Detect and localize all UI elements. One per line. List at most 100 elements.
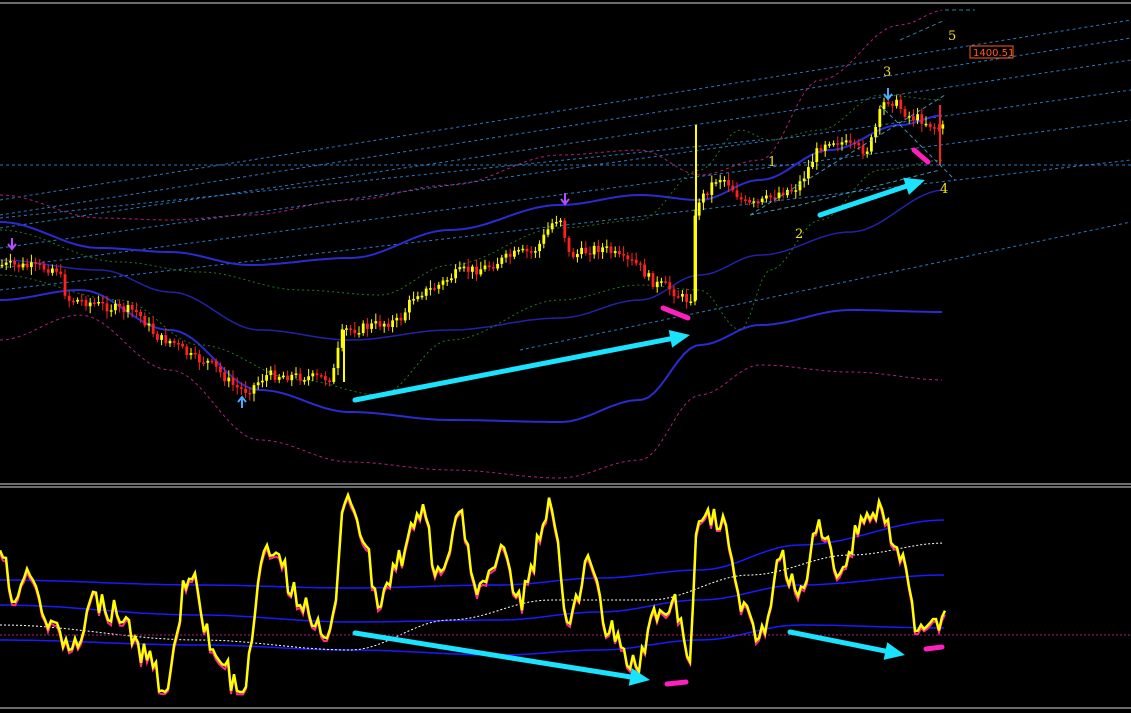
candle-body [395, 317, 399, 321]
candle-body [4, 262, 8, 265]
candle-body [941, 124, 945, 129]
candle-body [840, 142, 844, 145]
candle-body [508, 253, 512, 257]
candle-body [38, 263, 42, 265]
candle-body [626, 255, 630, 260]
candle-body [370, 323, 373, 329]
candle-body [30, 262, 33, 267]
candle-body [433, 288, 436, 290]
candle-body [214, 360, 218, 367]
candle-body [101, 302, 105, 304]
candle-body [420, 295, 424, 298]
candle-body [538, 243, 541, 252]
candle-body [72, 300, 75, 303]
candle-body [311, 373, 315, 377]
candle-body [185, 346, 189, 355]
candle-body [441, 280, 445, 285]
candle-body [319, 375, 323, 377]
candle-body [42, 264, 46, 270]
candle-body [559, 220, 562, 223]
oscillator-panel [0, 491, 1131, 696]
candle-body [51, 268, 54, 273]
candle-body [727, 180, 730, 186]
candle-body [21, 263, 25, 268]
candle-body [739, 197, 743, 200]
candle-body [143, 316, 147, 326]
candle-body [223, 372, 226, 382]
divergence-marker [660, 305, 691, 321]
candle-body [798, 181, 802, 191]
candle-body [886, 102, 890, 104]
candle-body [546, 229, 550, 235]
candle-body [555, 222, 558, 224]
candle-body [25, 263, 29, 268]
candle-body [760, 198, 764, 202]
candle-body [328, 380, 331, 382]
candle-body [109, 310, 113, 312]
candle-body [294, 373, 298, 375]
candle-body [744, 199, 747, 201]
candle-body [882, 102, 886, 110]
candle-body [790, 190, 793, 192]
candle-body [231, 377, 235, 385]
candle-body [731, 185, 735, 191]
candle-body [752, 201, 756, 203]
candle-body [664, 281, 667, 283]
trend-arrow-shaft [817, 183, 909, 218]
candle-body [458, 267, 462, 270]
candle-body [924, 123, 928, 126]
candle-body [605, 246, 609, 248]
candle-body [382, 323, 386, 327]
candle-body [151, 323, 155, 334]
candle-body [248, 392, 252, 395]
candle-body [88, 302, 92, 307]
candle-body [408, 299, 411, 313]
candle-body [765, 195, 768, 199]
candle-body [282, 375, 285, 378]
candle-body [424, 288, 428, 296]
candle-body [521, 248, 525, 251]
candle-body [189, 353, 193, 355]
candle-body [639, 263, 642, 265]
candle-body [324, 376, 327, 381]
candle-body [240, 387, 243, 389]
candle-body [114, 303, 117, 311]
candle-body [429, 288, 432, 290]
candle-body [135, 309, 138, 312]
candle-body [193, 353, 197, 355]
candle-body [811, 162, 814, 168]
candle-body [168, 340, 172, 344]
trend-arrow-head [668, 330, 690, 348]
candle-body [903, 109, 907, 117]
candle-body [412, 299, 415, 301]
candle-body [63, 274, 67, 296]
candle-body [895, 99, 898, 106]
candle-body [181, 343, 184, 347]
candle-body [513, 250, 516, 257]
candle-body [303, 380, 306, 382]
trend-line [0, 19, 1131, 201]
candle-body [399, 317, 403, 321]
candle-body [93, 302, 96, 304]
candle-body [844, 140, 848, 143]
wave-label-1: 1 [768, 155, 776, 170]
candle-body [244, 388, 247, 393]
band-lower-outer [0, 314, 943, 479]
candle-body [156, 333, 159, 340]
candle-body [928, 123, 932, 128]
candle-body [874, 127, 877, 138]
candle-body [634, 259, 638, 264]
candle-body [177, 343, 180, 345]
candle-body [466, 266, 470, 272]
candle-body [878, 109, 882, 127]
candle-body [416, 296, 420, 300]
candle-body [525, 248, 529, 252]
candle-body [55, 268, 58, 272]
candle-body [613, 251, 617, 254]
osc-divergence-marker [923, 644, 945, 652]
candle-body [80, 299, 84, 302]
candle-body [471, 266, 474, 272]
price-chart: 1400.51 1 2 3 4 5 [0, 2, 1131, 709]
candle-body [219, 366, 222, 373]
candle-body [378, 321, 382, 327]
